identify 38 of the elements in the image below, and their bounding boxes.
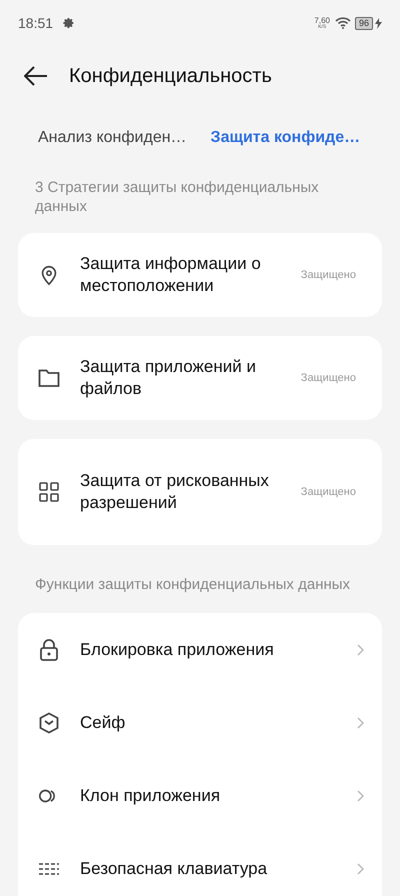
grid-icon	[38, 481, 60, 503]
function-row[interactable]: Клон приложения	[18, 759, 382, 832]
keyboard-icon	[38, 862, 60, 876]
status-text: Защищено	[300, 484, 356, 500]
row-label: Блокировка приложения	[80, 638, 275, 661]
card-label: Защита приложений и файлов	[80, 356, 257, 400]
chevron-right-icon	[357, 716, 364, 728]
page-title: Конфиденциальность	[69, 64, 272, 89]
strategy-card[interactable]: Защита информации о местоположении Защищено	[18, 233, 382, 317]
status-text: Защищено	[300, 268, 356, 283]
row-label: Сейф	[80, 712, 126, 734]
chevron-right-icon	[357, 862, 364, 874]
chevron-right-icon	[357, 790, 364, 802]
card-label: Защита информации о местоположении	[80, 253, 262, 297]
network-speed: 7,60	[314, 16, 330, 24]
lock-icon	[39, 638, 59, 660]
tab[interactable]: Анализ конфиден…	[38, 126, 187, 150]
hexagon-icon	[38, 712, 60, 734]
section-heading: 3 Стратегии защиты конфиденциальных данных	[34, 178, 320, 216]
battery-indicator: 96	[354, 16, 373, 30]
charging-icon	[375, 18, 382, 28]
section-heading: Функции защиты конфиденциальных данных	[34, 575, 352, 594]
tab[interactable]: Защита конфиде…	[210, 126, 360, 150]
clock: 18:51	[18, 14, 54, 32]
back-arrow-icon[interactable]	[24, 66, 48, 86]
gear-icon	[63, 17, 76, 29]
function-row[interactable]: Безопасная клавиатура	[18, 832, 382, 896]
wifi-icon	[334, 17, 351, 29]
function-row[interactable]: Блокировка приложения	[18, 613, 382, 686]
function-row[interactable]: Сейф	[18, 686, 382, 759]
status-text: Защищено	[300, 370, 356, 386]
folder-icon	[38, 368, 60, 388]
card-label: Защита от рискованных разрешений	[80, 470, 270, 514]
row-label: Клон приложения	[80, 784, 222, 807]
row-label: Безопасная клавиатура	[80, 858, 268, 880]
strategy-card[interactable]: Защита от рискованных разрешений Защищено	[18, 439, 382, 545]
chevron-right-icon	[357, 644, 364, 656]
strategy-card[interactable]: Защита приложений и файлов Защищено	[18, 336, 382, 420]
